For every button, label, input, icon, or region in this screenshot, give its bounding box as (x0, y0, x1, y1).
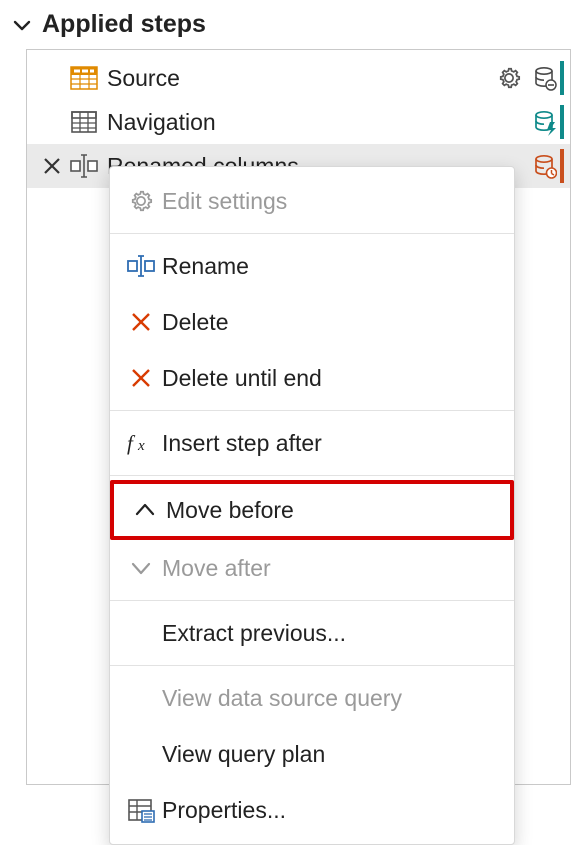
menu-label: Edit settings (162, 188, 287, 215)
menu-rename[interactable]: Rename (110, 238, 514, 294)
menu-separator (110, 233, 514, 234)
menu-extract-previous[interactable]: Extract previous... (110, 605, 514, 661)
delete-step-button[interactable] (37, 156, 67, 176)
menu-separator (110, 665, 514, 666)
menu-label: Move before (166, 497, 294, 524)
delete-icon (120, 311, 162, 333)
menu-move-after[interactable]: Move after (110, 540, 514, 596)
menu-label: Extract previous... (162, 620, 346, 647)
menu-separator (110, 600, 514, 601)
collapse-icon (12, 15, 32, 35)
data-source-status-icon (530, 61, 564, 95)
menu-properties[interactable]: Properties... (110, 782, 514, 838)
chevron-down-icon (120, 557, 162, 579)
table-icon (67, 108, 101, 136)
menu-label: View query plan (162, 741, 325, 768)
delete-icon (120, 367, 162, 389)
steps-list: Source (26, 49, 571, 785)
step-context-menu: Edit settings Rename Dele (109, 166, 515, 845)
chevron-up-icon (124, 499, 166, 521)
menu-view-query-plan[interactable]: View query plan (110, 726, 514, 782)
gear-icon (120, 188, 162, 214)
menu-edit-settings[interactable]: Edit settings (110, 173, 514, 229)
svg-text:x: x (137, 438, 145, 454)
menu-separator (110, 475, 514, 476)
menu-view-data-source-query[interactable]: View data source query (110, 670, 514, 726)
svg-text:f: f (127, 431, 136, 455)
applied-steps-header[interactable]: Applied steps (4, 6, 571, 43)
menu-delete-until-end[interactable]: Delete until end (110, 350, 514, 406)
step-row-source[interactable]: Source (27, 56, 570, 100)
menu-insert-step-after[interactable]: f x Insert step after (110, 415, 514, 471)
fx-icon: f x (120, 431, 162, 455)
applied-steps-panel: Applied steps Source (0, 0, 581, 795)
step-row-navigation[interactable]: Navigation (27, 100, 570, 144)
step-label: Source (101, 65, 496, 92)
step-settings-button[interactable] (496, 65, 522, 91)
data-source-status-icon (530, 105, 564, 139)
menu-label: Rename (162, 253, 249, 280)
section-title: Applied steps (42, 10, 206, 39)
menu-label: Move after (162, 555, 271, 582)
menu-label: Delete (162, 309, 228, 336)
rename-columns-icon (67, 152, 101, 180)
menu-move-before[interactable]: Move before (110, 480, 514, 540)
rename-icon (120, 254, 162, 278)
data-source-status-icon (530, 149, 564, 183)
menu-separator (110, 410, 514, 411)
menu-delete[interactable]: Delete (110, 294, 514, 350)
step-label: Navigation (101, 109, 530, 136)
menu-label: Insert step after (162, 430, 322, 457)
menu-label: View data source query (162, 685, 402, 712)
menu-label: Delete until end (162, 365, 322, 392)
source-table-icon (67, 64, 101, 92)
